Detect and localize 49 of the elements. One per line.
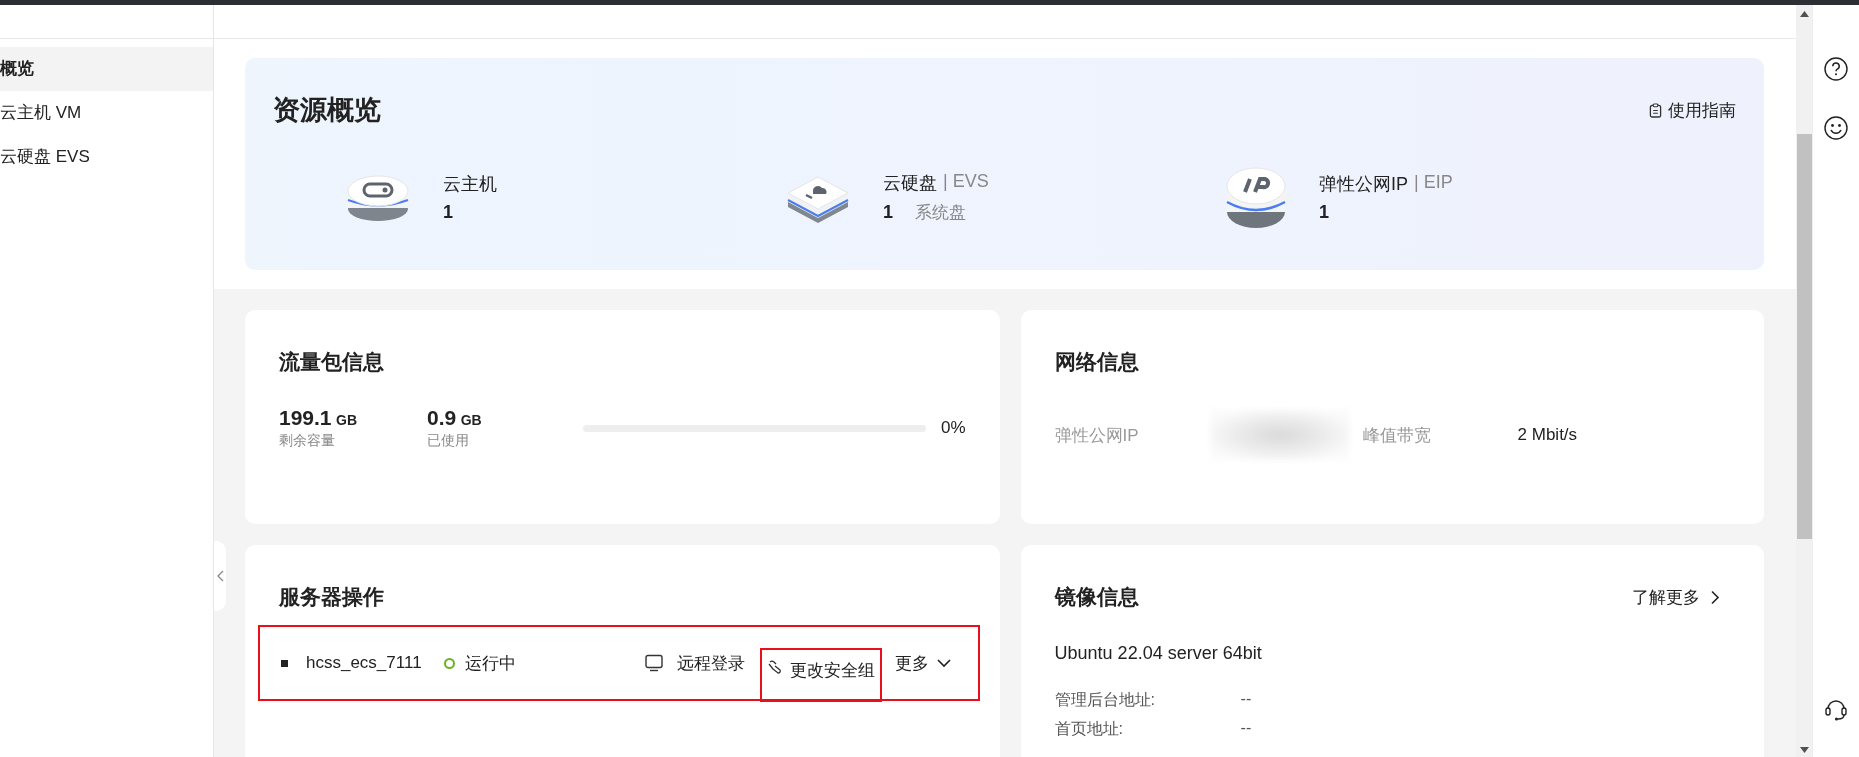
monitor-icon [644,654,663,672]
guide-link[interactable]: 使用指南 [1649,98,1736,122]
server-name: hcss_ecs_7111 [306,653,422,673]
resource-tag: | EIP [1414,171,1453,196]
sidebar-item[interactable]: 概览 [0,47,213,91]
resource-name: 弹性公网IP [1319,172,1408,196]
resource-name: 云主机 [443,172,497,196]
collapse-handle[interactable] [214,541,226,611]
square-bullet-icon [281,659,288,667]
card-title: 网络信息 [1054,349,1140,375]
field-label: 弹性公网IP [1054,424,1140,447]
field-label: 首页地址: [1054,719,1125,739]
sidebar-item[interactable]: 云主机 VM [0,91,213,135]
server-status: 运行中 [464,652,516,675]
scrollbar[interactable] [1796,5,1812,757]
card-title: 镜像信息 [1054,584,1139,610]
sidebar-item[interactable]: 云硬盘 EVS [0,135,213,179]
resource-name: 云硬盘 [883,171,937,195]
chevron-right-icon [1710,589,1720,605]
field-value: -- [1240,690,1253,709]
action-button[interactable]: 更改安全组 [759,648,882,702]
field-value: 2 Mbit/s [1517,425,1579,445]
chevron-down-icon [936,658,951,668]
stat-value: 0.9 GB [427,406,483,430]
stat-value: 199.1 GB [279,406,358,430]
card-title: 服务器操作 [279,584,385,610]
usage-percent: 0% [941,418,966,438]
card-title: 流量包信息 [279,349,385,375]
os-name: Ubuntu 22.04 server 64bit [1054,643,1263,664]
section-title: 资源概览 [273,94,381,127]
resource-count: 1 [443,201,453,223]
clipboard-icon [1649,102,1662,118]
field-label: 管理后台地址: [1054,690,1157,710]
learn-more-link[interactable]: 了解更多 [1632,585,1720,609]
scroll-up-icon[interactable] [1799,11,1809,17]
resource-count: 1 [883,201,893,223]
help-icon[interactable] [1824,57,1848,81]
stat-label: 已使用 [427,432,470,450]
resource-tag: | EVS [943,170,989,195]
field-label: 峰值带宽 [1362,424,1432,447]
stat-label: 剩余容量 [279,432,336,450]
resource-note: 系统盘 [915,201,966,224]
field-value: -- [1240,719,1253,738]
ip-puck-icon [1225,164,1287,230]
resource-count: 1 [1319,201,1329,223]
scroll-down-icon[interactable] [1799,747,1809,753]
smiley-icon[interactable] [1824,116,1848,140]
action-button[interactable]: 远程登录 [637,637,752,689]
action-button[interactable]: 更多 [887,637,958,689]
